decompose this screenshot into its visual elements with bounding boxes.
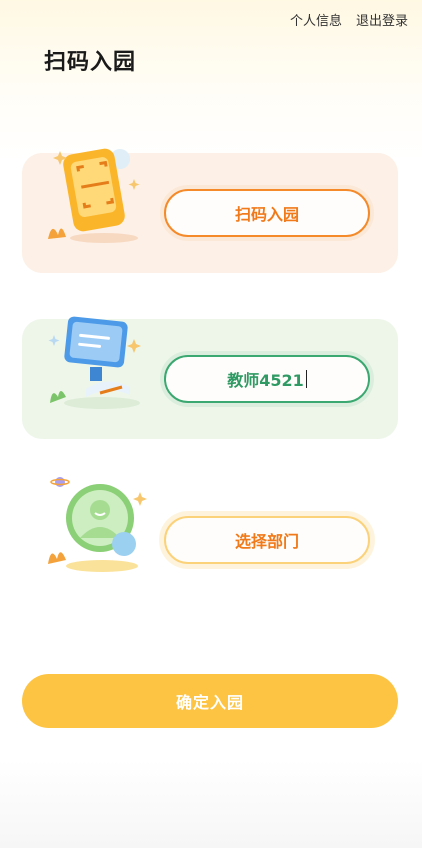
profile-link[interactable]: 个人信息 (290, 10, 342, 29)
page-title: 扫码入园 (44, 50, 137, 75)
computer-icon (48, 316, 141, 409)
text-caret (305, 370, 307, 388)
phone-scan-icon (48, 148, 140, 243)
logout-link[interactable]: 退出登录 (356, 10, 408, 29)
department-select-button[interactable]: 选择部门 (164, 516, 370, 564)
avatar-icon (48, 477, 147, 572)
scan-card: 扫码入园 (22, 148, 398, 273)
identity-card: 教师4521 (22, 316, 398, 439)
scan-button[interactable]: 扫码入园 (164, 189, 370, 237)
identity-input-value: 教师4521 (227, 371, 304, 390)
identity-input[interactable]: 教师4521 (164, 355, 370, 403)
top-links: 个人信息 退出登录 (290, 10, 408, 29)
confirm-entry-button[interactable]: 确定入园 (22, 674, 398, 728)
department-card: 选择部门 (22, 477, 398, 600)
